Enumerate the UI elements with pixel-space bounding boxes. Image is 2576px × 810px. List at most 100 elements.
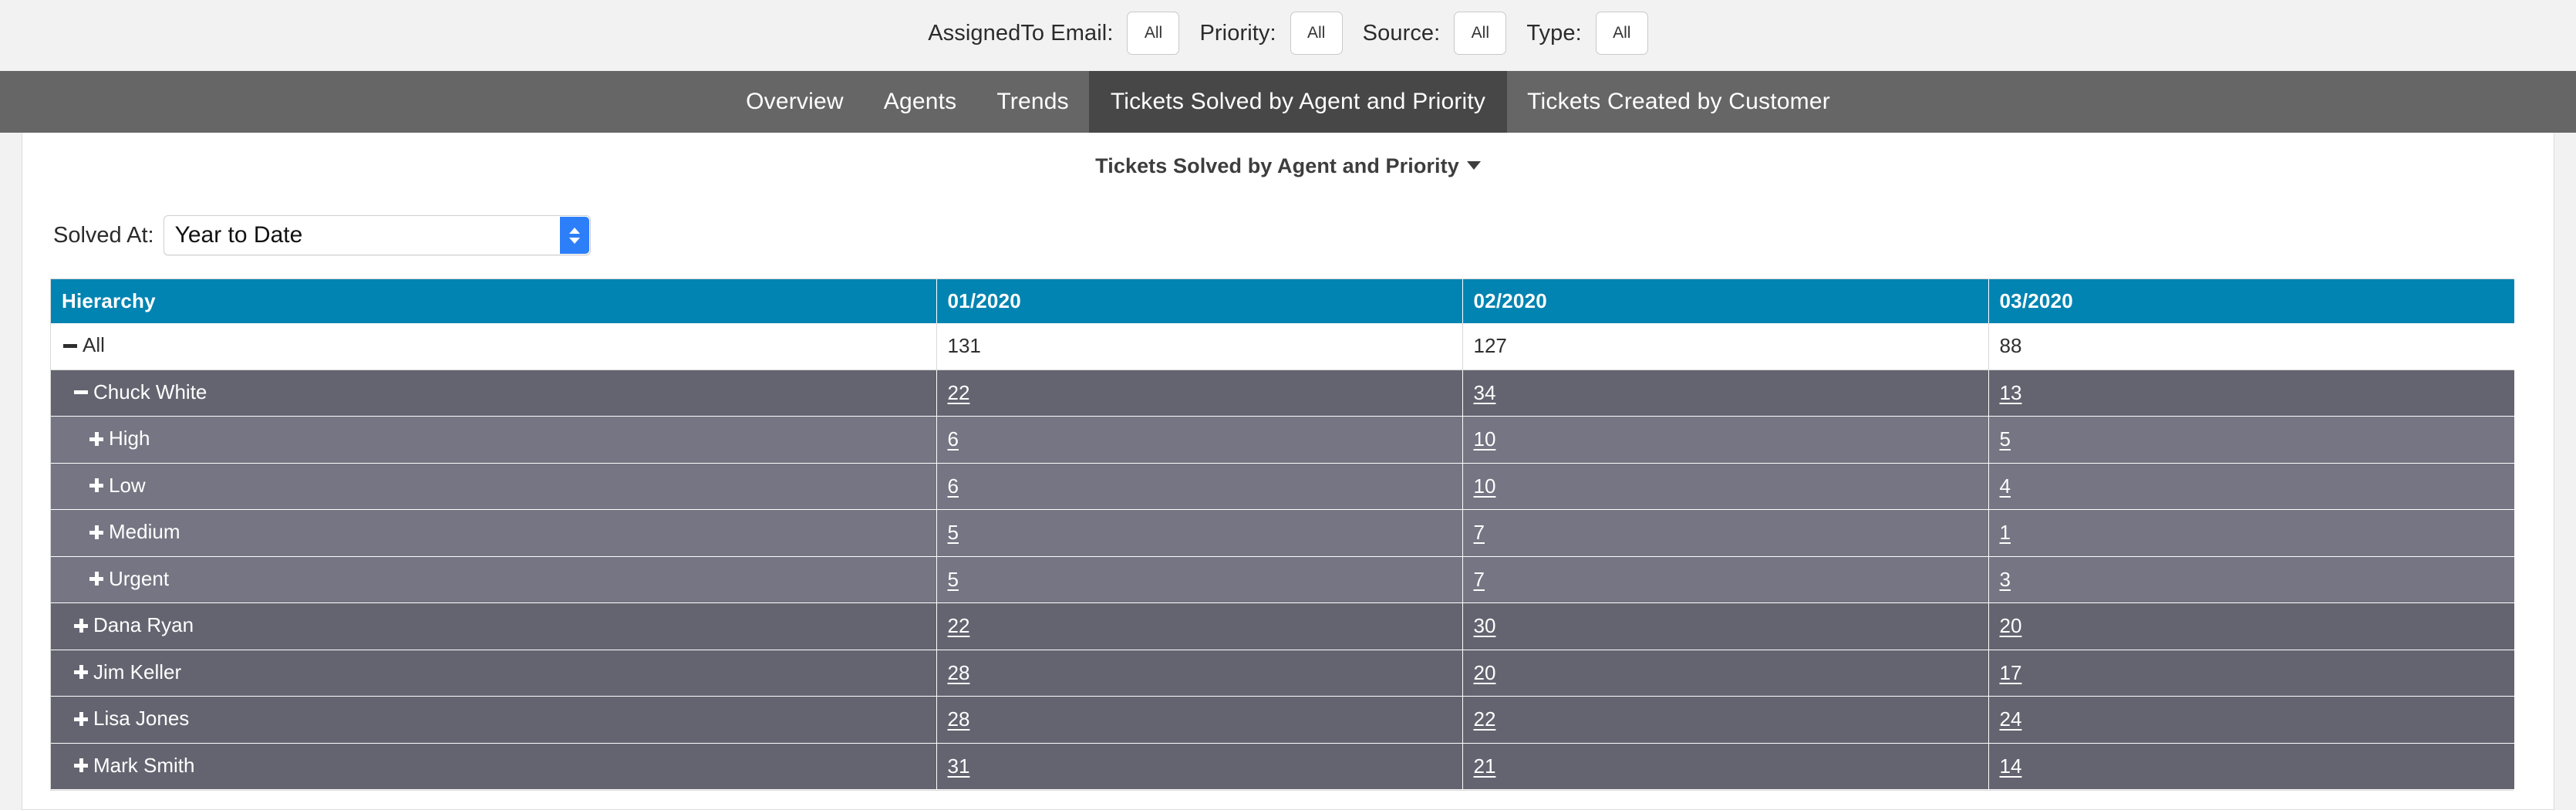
filter-select-source[interactable]: All: [1454, 12, 1507, 55]
value-cell: 21: [1462, 743, 1989, 790]
drilldown-link[interactable]: 1: [2000, 521, 2011, 544]
collapse-minus-icon[interactable]: [72, 383, 89, 400]
drilldown-link[interactable]: 6: [948, 474, 959, 498]
hierarchy-label: Mark Smith: [93, 753, 195, 777]
pivot-table-body: All 131 127 88 Chuck White 22 34 13 High 6 10 5 Low 6…: [51, 323, 2514, 790]
expand-plus-icon[interactable]: [72, 757, 89, 774]
hierarchy-label: Low: [109, 473, 146, 497]
expand-plus-icon[interactable]: [88, 524, 105, 541]
hierarchy-label: Lisa Jones: [93, 707, 190, 730]
solved-at-value: Year to Date: [174, 222, 303, 248]
report-nav-bar: Overview Agents Trends Tickets Solved by Ag…: [0, 71, 2576, 133]
value-cell: 13: [1988, 370, 2514, 417]
hierarchy-node[interactable]: All: [62, 333, 105, 357]
drilldown-link[interactable]: 6: [948, 427, 959, 451]
drilldown-link[interactable]: 13: [2000, 381, 2022, 404]
table-header-row: Hierarchy 01/2020 02/2020 03/2020: [51, 279, 2514, 323]
filter-label-assignedto-email: AssignedTo Email:: [928, 20, 1114, 46]
expand-plus-icon[interactable]: [72, 617, 89, 634]
drilldown-link[interactable]: 28: [948, 707, 970, 731]
value-text: 127: [1473, 334, 1507, 358]
pivot-table: Hierarchy 01/2020 02/2020 03/2020 All 131 127…: [51, 279, 2514, 790]
value-cell: 6: [936, 463, 1463, 510]
filter-select-assignedto-email[interactable]: All: [1127, 12, 1180, 55]
column-header-02-2020[interactable]: 02/2020: [1462, 279, 1989, 323]
global-filter-bar: AssignedTo Email: All Priority: All Source: A…: [0, 0, 2576, 71]
drilldown-link[interactable]: 21: [1474, 754, 1496, 778]
tab-tickets-solved-by-agent-and-priority[interactable]: Tickets Solved by Agent and Priority: [1088, 71, 1508, 133]
select-stepper[interactable]: [559, 217, 589, 254]
drilldown-link[interactable]: 5: [948, 568, 959, 591]
value-cell: 5: [936, 556, 1463, 603]
value-cell: 24: [1988, 696, 2514, 744]
hierarchy-label: All: [83, 333, 105, 356]
drilldown-link[interactable]: 5: [2000, 427, 2011, 451]
value-cell: 17: [1988, 650, 2514, 697]
tab-agents[interactable]: Agents: [864, 71, 977, 133]
drilldown-link[interactable]: 30: [1474, 614, 1496, 637]
solved-at-select[interactable]: Year to Date: [163, 215, 591, 255]
filter-type: Type: All: [1526, 12, 1648, 55]
hierarchy-node[interactable]: Urgent: [62, 567, 169, 591]
table-row: Low 6 10 4: [51, 463, 2514, 510]
expand-plus-icon[interactable]: [88, 570, 105, 587]
drilldown-link[interactable]: 28: [948, 661, 970, 684]
hierarchy-label: Urgent: [109, 566, 170, 590]
drilldown-link[interactable]: 34: [1474, 381, 1496, 404]
hierarchy-label: Chuck White: [93, 380, 207, 403]
hierarchy-node[interactable]: Dana Ryan: [62, 613, 194, 637]
drilldown-link[interactable]: 10: [1474, 474, 1496, 498]
drilldown-link[interactable]: 24: [2000, 707, 2022, 731]
hierarchy-node[interactable]: Lisa Jones: [62, 707, 189, 731]
drilldown-link[interactable]: 10: [1474, 427, 1496, 451]
drilldown-link[interactable]: 20: [2000, 614, 2022, 637]
value-cell: 31: [936, 743, 1463, 790]
drilldown-link[interactable]: 22: [948, 381, 970, 404]
drilldown-link[interactable]: 22: [948, 614, 970, 637]
expand-plus-icon[interactable]: [72, 710, 89, 727]
content-area: Tickets Solved by Agent and Priority Sol…: [0, 133, 2576, 810]
tab-overview[interactable]: Overview: [726, 71, 864, 133]
value-cell: 34: [1462, 370, 1989, 417]
value-cell: 30: [1462, 602, 1989, 650]
filter-select-type[interactable]: All: [1595, 12, 1648, 55]
hierarchy-cell: Lisa Jones: [51, 696, 937, 744]
column-header-03-2020[interactable]: 03/2020: [1988, 279, 2514, 323]
column-header-hierarchy[interactable]: Hierarchy: [51, 279, 937, 323]
drilldown-link[interactable]: 7: [1474, 521, 1485, 544]
tab-trends[interactable]: Trends: [976, 71, 1088, 133]
table-row: All 131 127 88: [51, 323, 2514, 370]
drilldown-link[interactable]: 20: [1474, 661, 1496, 684]
drilldown-link[interactable]: 22: [1474, 707, 1496, 731]
hierarchy-cell: Chuck White: [51, 370, 937, 417]
value-cell: 22: [936, 602, 1463, 650]
hierarchy-cell: All: [51, 323, 937, 370]
hierarchy-cell: Low: [51, 463, 937, 510]
column-header-01-2020[interactable]: 01/2020: [936, 279, 1463, 323]
hierarchy-node[interactable]: High: [62, 427, 150, 451]
tab-tickets-created-by-customer[interactable]: Tickets Created by Customer: [1507, 71, 1850, 133]
filter-select-priority[interactable]: All: [1290, 12, 1343, 55]
expand-plus-icon[interactable]: [88, 477, 105, 494]
hierarchy-label: Jim Keller: [93, 660, 182, 683]
collapse-minus-icon[interactable]: [62, 337, 79, 354]
expand-plus-icon[interactable]: [88, 430, 105, 447]
drilldown-link[interactable]: 31: [948, 754, 970, 778]
hierarchy-cell: Dana Ryan: [51, 602, 937, 650]
chevron-down-icon[interactable]: [1466, 161, 1481, 170]
drilldown-link[interactable]: 4: [2000, 474, 2011, 498]
expand-plus-icon[interactable]: [72, 663, 89, 680]
drilldown-link[interactable]: 7: [1474, 568, 1485, 591]
hierarchy-node[interactable]: Chuck White: [62, 380, 207, 404]
hierarchy-node[interactable]: Medium: [62, 520, 180, 544]
value-cell: 6: [936, 416, 1463, 464]
page-title[interactable]: Tickets Solved by Agent and Priority: [22, 133, 2554, 178]
hierarchy-node[interactable]: Low: [62, 474, 146, 498]
pivot-table-head: Hierarchy 01/2020 02/2020 03/2020: [51, 279, 2514, 323]
drilldown-link[interactable]: 3: [2000, 568, 2011, 591]
hierarchy-node[interactable]: Mark Smith: [62, 754, 194, 778]
hierarchy-node[interactable]: Jim Keller: [62, 660, 181, 684]
drilldown-link[interactable]: 14: [2000, 754, 2022, 778]
drilldown-link[interactable]: 17: [2000, 661, 2022, 684]
drilldown-link[interactable]: 5: [948, 521, 959, 544]
